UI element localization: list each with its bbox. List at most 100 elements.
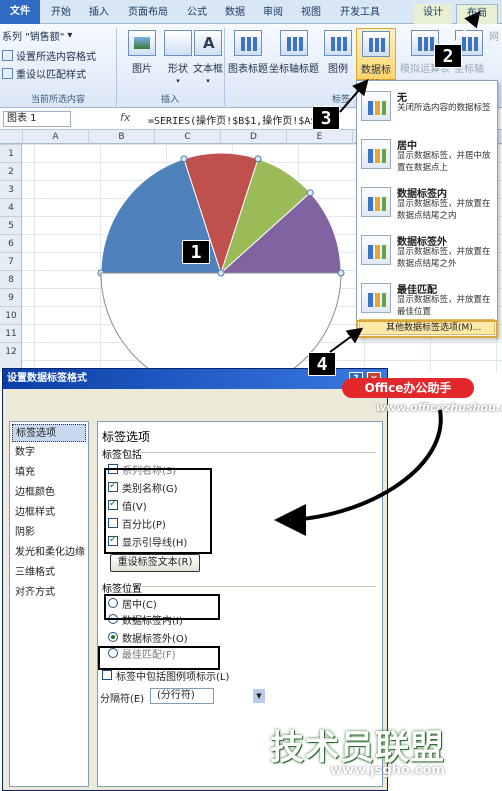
selection-handle[interactable] [180, 155, 188, 163]
tab-design[interactable]: 设计 [414, 4, 452, 24]
menu-item-desc: 显示数据标签，并居中放置在数据点上 [397, 151, 491, 173]
nav-alignment[interactable]: 对齐方式 [12, 584, 86, 602]
format-selection-label: 设置所选内容格式 [16, 52, 96, 63]
section-divider [138, 586, 376, 587]
menu-item-desc: 显示数据标签，并放置在数据点结尾之外 [397, 247, 491, 269]
reset-style-button[interactable]: 重设以匹配样式 [2, 66, 86, 81]
checkbox [102, 670, 112, 680]
position-outside-end-radio[interactable]: 数据标签外(O) [108, 630, 188, 645]
label-contains-heading: 标签包括 [102, 450, 142, 461]
legend-key-checkbox[interactable]: 标签中包括图例项标示(L) [102, 668, 229, 683]
tab-view[interactable]: 视图 [294, 4, 328, 24]
group-labels-label: 标签 [331, 95, 350, 105]
chart-title-icon [234, 30, 262, 56]
tab-home[interactable]: 开始 [44, 4, 78, 24]
panel-title: 标签选项 [102, 430, 151, 444]
callout-box-outside-end [104, 594, 220, 620]
section-divider [138, 452, 376, 453]
tab-review[interactable]: 审阅 [256, 4, 290, 24]
label-inside-icon [361, 187, 391, 217]
chevron-down-icon: ▾ [206, 77, 210, 85]
data-label-option-outside-end[interactable]: 数据标签外 显示数据标签，并放置在数据点结尾之外 [357, 229, 497, 277]
chevron-down-icon[interactable]: ▼ [253, 689, 265, 703]
legend-icon [324, 30, 352, 56]
nav-label-options[interactable]: 标签选项 [12, 424, 86, 442]
nav-border-style[interactable]: 边框样式 [12, 504, 86, 522]
data-labels-button[interactable]: 数据标签▾ [356, 28, 396, 101]
label-center-icon [361, 139, 391, 169]
separator-value: (分行符) [157, 690, 195, 701]
selection-handle[interactable] [306, 189, 314, 197]
tab-layout[interactable]: 布局 [456, 4, 498, 24]
name-box[interactable]: 图表 1 [3, 111, 71, 127]
picture-label: 图片 [132, 64, 152, 75]
axis-title-label: 坐标轴标题 [269, 64, 319, 75]
series-selector[interactable]: 系列 "销售额" ▾ [2, 28, 72, 43]
site-watermark: www.officezhushou.com [376, 401, 502, 414]
nav-number[interactable]: 数字 [12, 444, 86, 462]
chevron-down-icon: ▾ [176, 77, 180, 85]
menu-item-desc: 显示数据标签，并放置在最佳位置 [397, 295, 491, 317]
data-labels-menu: 无 关闭所选内容的数据标签 居中 显示数据标签，并居中放置在数据点上 数据标签内… [356, 80, 498, 338]
legend-label: 图例 [328, 64, 348, 75]
ribbon-tab-bar: 文件 开始 插入 页面布局 公式 数据 审阅 视图 开发工具 设计 布局 [0, 0, 502, 24]
series-selector-label: 系列 "销售额" [2, 32, 65, 43]
reset-style-label: 重设以匹配样式 [16, 70, 86, 81]
selection-handle[interactable] [217, 269, 225, 277]
fx-icon[interactable]: fx [120, 111, 130, 124]
nav-border-color[interactable]: 边框颜色 [12, 484, 86, 502]
step-badge-3: 3 [312, 106, 340, 130]
data-label-option-inside-end[interactable]: 数据标签内 显示数据标签，并放置在数据点结尾之内 [357, 181, 497, 229]
group-divider [224, 28, 225, 106]
axis-title-icon [280, 30, 308, 56]
shape-label: 形状 [168, 64, 188, 75]
data-label-option-none[interactable]: 无 关闭所选内容的数据标签 [357, 85, 497, 133]
data-label-option-center[interactable]: 居中 显示数据标签，并居中放置在数据点上 [357, 133, 497, 181]
dialog-nav: 标签选项 数字 填充 边框颜色 边框样式 阴影 发光和柔化边缘 三维格式 对齐方… [9, 421, 89, 787]
gridlines-label: 网 [489, 32, 499, 43]
nav-shadow[interactable]: 阴影 [12, 524, 86, 542]
reset-icon [2, 68, 13, 79]
chart-title-button[interactable]: 图表标题 [226, 28, 270, 90]
label-outside-icon [361, 235, 391, 265]
jsgho-url: www.jsgho.com [330, 763, 445, 778]
selection-handle[interactable] [337, 269, 345, 277]
separator-label: 分隔符(E) [100, 694, 145, 705]
callout-box-label-contents [104, 468, 212, 554]
radio [108, 632, 118, 642]
tab-data[interactable]: 数据 [218, 4, 252, 24]
nav-3d-format[interactable]: 三维格式 [12, 564, 86, 582]
pie-chart[interactable] [0, 140, 360, 372]
callout-box-more-options [356, 320, 498, 338]
format-selection-button[interactable]: 设置所选内容格式 [2, 48, 96, 63]
reset-label-text-button[interactable]: 重设标签文本(R) [110, 554, 200, 572]
callout-box-separator [98, 646, 220, 670]
menu-item-desc: 显示数据标签，并放置在数据点结尾之内 [397, 199, 491, 221]
step-badge-1: 1 [182, 240, 210, 264]
nav-glow[interactable]: 发光和柔化边缘 [12, 544, 86, 562]
textbox-icon [194, 30, 222, 56]
nav-fill[interactable]: 填充 [12, 464, 86, 482]
textbox-label: 文本框 [193, 64, 223, 75]
legend-button[interactable]: 图例 [322, 28, 354, 90]
menu-item-desc: 关闭所选内容的数据标签 [397, 103, 491, 113]
tab-page-layout[interactable]: 页面布局 [120, 4, 176, 24]
tab-file[interactable]: 文件 [0, 0, 40, 24]
pie-slice[interactable] [100, 272, 342, 372]
data-label-option-best-fit[interactable]: 最佳匹配 显示数据标签，并放置在最佳位置 [357, 277, 497, 325]
step-badge-2: 2 [434, 44, 462, 68]
radio-label: 数据标签外(O) [122, 633, 188, 645]
axis-title-button[interactable]: 坐标轴标题 [268, 28, 320, 90]
selection-handle[interactable] [254, 155, 262, 163]
separator-select[interactable]: (分行符) ▼ [150, 688, 265, 704]
group-divider [116, 28, 117, 106]
picture-icon [128, 30, 156, 56]
tab-insert[interactable]: 插入 [82, 4, 116, 24]
label-position-heading: 标签位置 [102, 584, 142, 595]
jsgho-watermark: 技术员联盟 [270, 728, 445, 768]
format-icon [2, 50, 13, 61]
tab-formulas[interactable]: 公式 [180, 4, 214, 24]
chevron-down-icon: ▾ [67, 30, 73, 41]
formula-input[interactable]: =SERIES(操作页!$B$1,操作页!$A$ [148, 112, 316, 127]
tab-developer[interactable]: 开发工具 [332, 4, 388, 24]
